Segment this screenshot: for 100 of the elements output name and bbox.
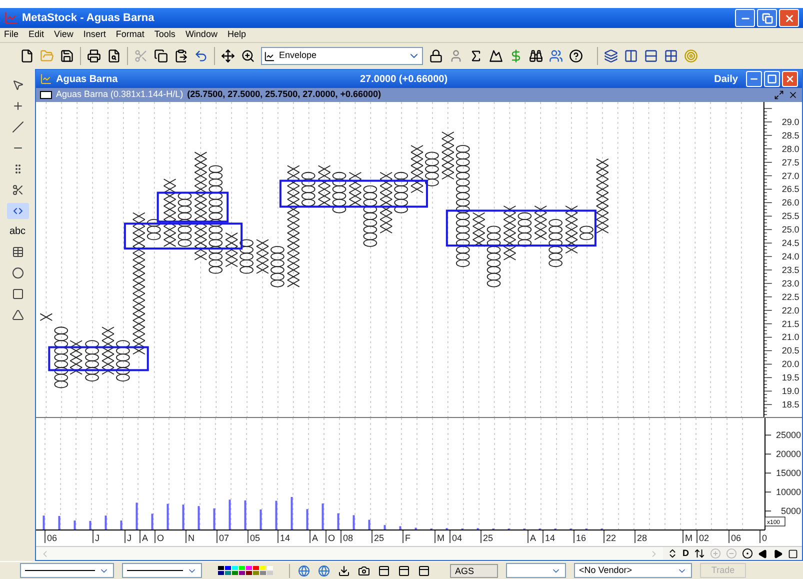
volume-bar	[399, 526, 402, 530]
date-label: A	[312, 533, 318, 543]
price-label: 27.5	[782, 157, 800, 168]
globe-icon[interactable]	[298, 564, 310, 576]
volume-bar	[352, 515, 355, 530]
volume-bar	[136, 502, 138, 530]
people-icon[interactable]	[549, 49, 563, 63]
price-label: 22.5	[782, 292, 800, 302]
price-label: 28.0	[782, 144, 800, 154]
close-button[interactable]	[782, 71, 798, 87]
volume-bar	[244, 500, 246, 530]
tile-grid-icon[interactable]	[664, 49, 678, 63]
restore-icon	[762, 12, 772, 24]
chart-title: Aguas Barna	[56, 72, 119, 86]
printer-icon[interactable]	[87, 49, 101, 63]
paste-icon[interactable]	[174, 49, 188, 63]
maximize-button[interactable]	[764, 71, 780, 87]
volume-bar	[120, 520, 122, 530]
tile-vertical-icon[interactable]	[624, 49, 638, 63]
function-icon[interactable]	[469, 49, 483, 63]
price-values: (25.7500, 27.5000, 25.7500, 27.0000, +0.66000)	[187, 88, 382, 102]
restore-button[interactable]	[757, 9, 777, 27]
copy-icon[interactable]	[154, 49, 168, 63]
minimize-button[interactable]	[746, 71, 762, 87]
price-label: 28.5	[782, 130, 800, 140]
trendline-icon	[12, 121, 24, 133]
date-label: 28	[637, 533, 648, 543]
price-label: 25.0	[782, 224, 800, 235]
download-icon[interactable]	[338, 564, 350, 576]
color-palette[interactable]	[218, 566, 273, 575]
volume-label: 25000	[776, 430, 801, 440]
camera-icon[interactable]	[358, 564, 370, 576]
price-quote: 27.0000 (+0.66000)	[360, 72, 449, 86]
peak-icon[interactable]	[489, 49, 503, 63]
period-button[interactable]: D	[682, 546, 689, 560]
menu-item[interactable]: File	[4, 28, 19, 42]
vendor-dropdown[interactable]: <No Vendor>	[574, 563, 692, 578]
volume-bar	[337, 513, 340, 530]
template-dropdown[interactable]: Envelope	[261, 47, 423, 65]
panel-icon[interactable]	[418, 564, 430, 576]
period-label: Daily	[714, 72, 738, 86]
close-icon	[784, 12, 794, 24]
fit-icon[interactable]	[788, 548, 798, 558]
volume-bar	[58, 516, 60, 530]
layers-icon[interactable]	[604, 49, 618, 63]
help-icon[interactable]	[569, 49, 583, 63]
volume-bar	[151, 514, 154, 530]
price-label: 25.5	[782, 211, 800, 222]
tile-horizontal-icon[interactable]	[644, 49, 658, 63]
date-label: F	[405, 533, 410, 543]
volume-bar	[275, 500, 278, 530]
expand-icon[interactable]	[694, 548, 705, 559]
undo-icon[interactable]	[194, 49, 208, 63]
zoom-icon[interactable]	[241, 49, 255, 63]
menu-item[interactable]: Help	[227, 28, 246, 42]
close-pane-icon[interactable]	[788, 90, 798, 100]
lock-icon[interactable]	[429, 49, 443, 63]
binoculars-icon[interactable]	[529, 49, 543, 63]
price-label: 18.5	[782, 400, 800, 410]
person-icon[interactable]	[449, 49, 463, 63]
date-label: N	[188, 533, 194, 543]
legend-swatch	[40, 91, 52, 99]
date-label: 06	[731, 533, 742, 543]
arrows-tool[interactable]	[6, 203, 28, 219]
vendor-value: <No Vendor>	[579, 564, 634, 577]
symbol-field[interactable]: AGS	[450, 564, 498, 578]
reset-icon[interactable]	[742, 548, 753, 559]
menu-item[interactable]: Tools	[154, 28, 176, 42]
menu-item[interactable]: View	[54, 28, 74, 42]
line-style-dropdown[interactable]	[122, 563, 202, 578]
restore-pane-icon[interactable]	[774, 90, 784, 100]
scroll-left-icon[interactable]	[758, 548, 768, 558]
exchange-dropdown[interactable]	[506, 563, 566, 578]
volume-bar	[166, 504, 169, 530]
scroll-right-icon[interactable]	[773, 548, 783, 558]
menu-item[interactable]: Format	[116, 28, 144, 42]
panel-icon[interactable]	[398, 564, 410, 576]
print-preview-icon[interactable]	[107, 49, 121, 63]
volume-bar	[290, 496, 293, 530]
scissors-icon	[12, 184, 24, 196]
menu-item[interactable]: Edit	[28, 28, 44, 42]
price-label: 21.5	[782, 318, 800, 329]
menu-item[interactable]: Insert	[83, 28, 106, 42]
date-label: J	[95, 533, 100, 543]
move-icon[interactable]	[221, 49, 235, 63]
ellipse-icon	[12, 267, 24, 279]
menu-item[interactable]: Window	[185, 28, 218, 42]
text-tool[interactable]: abc	[7, 224, 28, 239]
price-label: 21.0	[782, 332, 800, 342]
globe-icon[interactable]	[318, 564, 330, 576]
close-button[interactable]	[779, 9, 799, 27]
date-label: 04	[452, 533, 462, 543]
dollar-icon[interactable]	[509, 49, 523, 63]
save-icon[interactable]	[60, 49, 74, 63]
new-file-icon[interactable]	[20, 49, 34, 63]
price-label: 27.0	[782, 170, 800, 181]
date-label: 02	[699, 533, 710, 543]
panel-icon[interactable]	[378, 564, 390, 576]
line-style-dropdown[interactable]	[20, 563, 114, 578]
minimize-button[interactable]	[735, 9, 755, 27]
